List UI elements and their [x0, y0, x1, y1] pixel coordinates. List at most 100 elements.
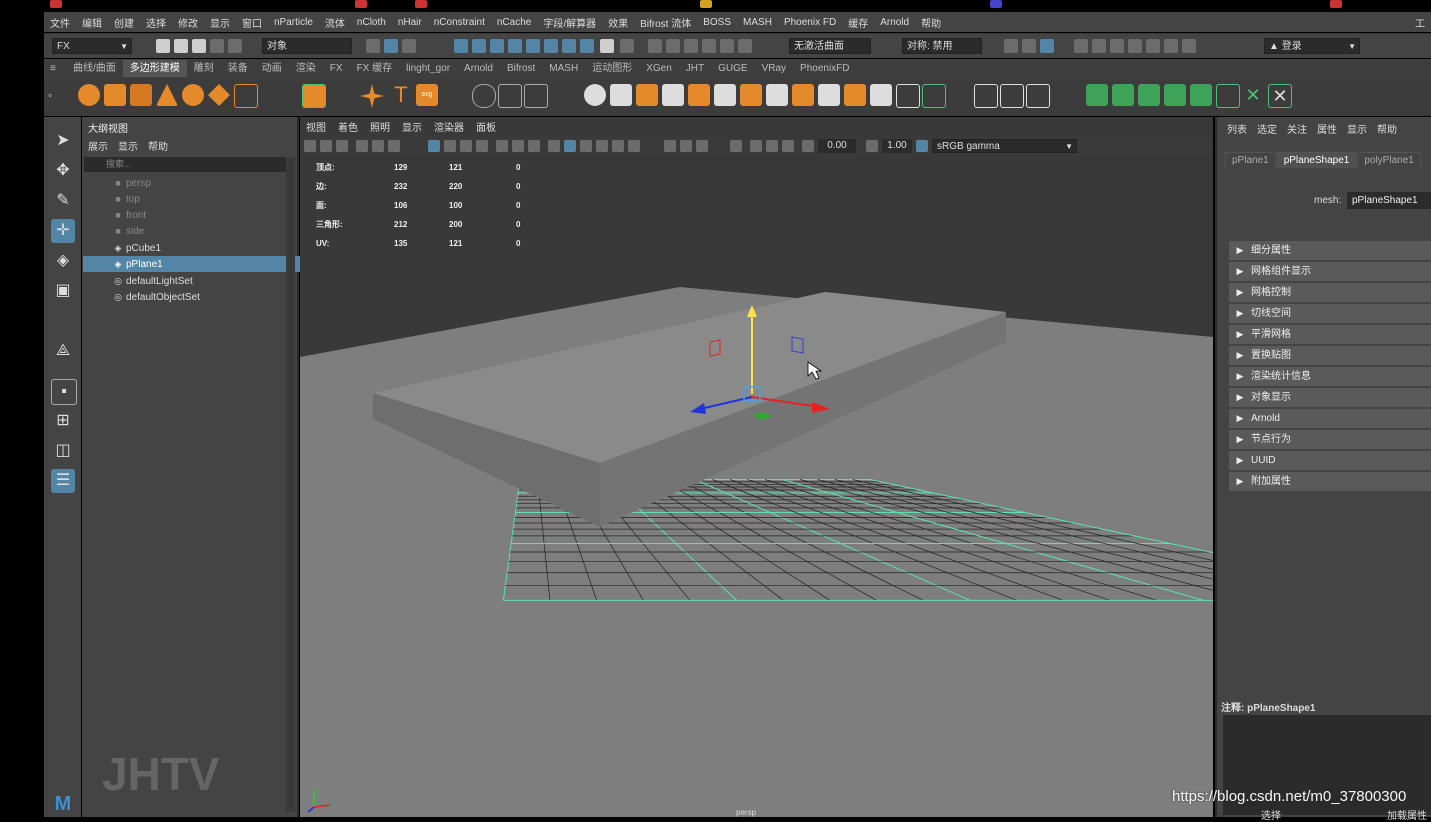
shelf-tab[interactable]: GUGE: [711, 60, 754, 77]
outliner-scrollbar[interactable]: [286, 157, 295, 812]
smooth-icon[interactable]: [584, 84, 606, 106]
snap-live-icon[interactable]: [526, 39, 540, 53]
menu-window[interactable]: 窗口: [236, 15, 268, 30]
mirror-icon[interactable]: [524, 84, 548, 108]
snap-projected-icon[interactable]: [562, 39, 576, 53]
attr-menu-item[interactable]: 属性: [1317, 121, 1337, 136]
shelf-tab[interactable]: MASH: [542, 60, 585, 77]
outliner-item-front[interactable]: ■ front: [83, 207, 312, 223]
shelf-tab[interactable]: 动画: [255, 60, 289, 77]
render-view-icon[interactable]: [1164, 39, 1178, 53]
outliner-item-defaultobjectset[interactable]: ◎ defaultObjectSet: [83, 289, 312, 305]
open-scene-icon[interactable]: [174, 39, 188, 53]
attr-menu-item[interactable]: 选定: [1257, 121, 1277, 136]
outliner-item-pplane1[interactable]: ◈ pPlane1: [83, 256, 312, 272]
menu-edit[interactable]: 编辑: [76, 15, 108, 30]
color-management-icon[interactable]: [916, 140, 928, 152]
shelf-tab[interactable]: linght_gor: [399, 60, 457, 77]
uv-editor-icon[interactable]: [1000, 84, 1024, 108]
text-toggle-icon[interactable]: [528, 140, 540, 152]
single-layout-icon[interactable]: ▪: [51, 379, 77, 405]
ipr-icon[interactable]: [720, 39, 734, 53]
section-extra-attributes[interactable]: ▶ 附加属性: [1229, 472, 1431, 491]
cross-icon[interactable]: ✕: [1242, 84, 1264, 106]
menu-set-dropdown[interactable]: FX ▼: [52, 38, 132, 54]
snap-point-icon[interactable]: [490, 39, 504, 53]
login-dropdown[interactable]: ▲ 登录 ▼: [1264, 38, 1360, 54]
exposure-icon[interactable]: [802, 140, 814, 152]
section-subdivision[interactable]: ▶ 细分属性: [1229, 241, 1431, 260]
poly-torus-icon[interactable]: [182, 84, 204, 106]
deform-icon[interactable]: [1112, 84, 1134, 106]
menu-modify[interactable]: 修改: [172, 15, 204, 30]
quad-draw-icon[interactable]: [818, 84, 840, 106]
sphere-spike-icon[interactable]: [360, 84, 384, 108]
exposure-field[interactable]: 0.00: [818, 139, 856, 153]
select-component-icon[interactable]: [402, 39, 416, 53]
safe-title-icon[interactable]: [512, 140, 524, 152]
poly-sphere-icon[interactable]: [78, 84, 100, 106]
section-mesh-controls[interactable]: ▶ 网格控制: [1229, 283, 1431, 302]
bevel-icon[interactable]: [662, 84, 684, 106]
shelf-tab[interactable]: VRay: [755, 60, 793, 77]
new-scene-icon[interactable]: [156, 39, 170, 53]
xray-components-icon[interactable]: [782, 140, 794, 152]
menu-help[interactable]: 帮助: [915, 15, 947, 30]
select-object-icon[interactable]: [384, 39, 398, 53]
offset-loop-icon[interactable]: [870, 84, 892, 106]
outliner-menu-item[interactable]: 帮助: [148, 138, 168, 153]
shadows-icon[interactable]: [628, 140, 640, 152]
select-tool-icon[interactable]: ➤: [51, 129, 75, 153]
section-arnold[interactable]: ▶ Arnold: [1229, 409, 1431, 428]
section-tangent-space[interactable]: ▶ 切线空间: [1229, 304, 1431, 323]
combine-icon[interactable]: [472, 84, 496, 108]
tab-polyplane1[interactable]: polyPlane1: [1357, 152, 1421, 168]
shelf-tab[interactable]: 曲线/曲面: [66, 60, 123, 77]
append-icon[interactable]: [688, 84, 710, 106]
render-view-icon[interactable]: [1182, 39, 1196, 53]
pen-icon[interactable]: [974, 84, 998, 108]
menu-arnold[interactable]: Arnold: [874, 17, 915, 28]
menu-effects[interactable]: 效果: [602, 15, 634, 30]
snap-surface-icon[interactable]: [544, 39, 558, 53]
load-attributes-button[interactable]: 加载属性: [1387, 807, 1427, 822]
attr-menu-item[interactable]: 列表: [1227, 121, 1247, 136]
section-node-behavior[interactable]: ▶ 节点行为: [1229, 430, 1431, 449]
poly-disc-icon[interactable]: [208, 84, 230, 106]
input-output-icon[interactable]: [620, 39, 634, 53]
section-displacement-map[interactable]: ▶ 置换贴图: [1229, 346, 1431, 365]
select-hierarchy-icon[interactable]: [366, 39, 380, 53]
textured-icon[interactable]: [596, 140, 608, 152]
attr-menu-item[interactable]: 帮助: [1377, 121, 1397, 136]
menu-nhair[interactable]: nHair: [392, 17, 428, 28]
save-scene-icon[interactable]: [192, 39, 206, 53]
shelf-tab[interactable]: 装备: [221, 60, 255, 77]
viewport-menu-item[interactable]: 照明: [370, 119, 390, 137]
super-shape-icon[interactable]: [302, 84, 326, 108]
poly-cone-icon[interactable]: [156, 84, 178, 106]
menu-file[interactable]: 文件: [44, 15, 76, 30]
shelf-tab[interactable]: FX 缓存: [350, 60, 400, 77]
bookmark-icon[interactable]: [336, 140, 348, 152]
xray-icon[interactable]: [750, 140, 762, 152]
connect-icon[interactable]: [792, 84, 814, 106]
shelf-tab[interactable]: 渲染: [289, 60, 323, 77]
motion-blur-icon[interactable]: [680, 140, 692, 152]
safe-action-icon[interactable]: [496, 140, 508, 152]
attr-menu-item[interactable]: 显示: [1347, 121, 1367, 136]
section-uuid[interactable]: ▶ UUID: [1229, 451, 1431, 470]
history-icon[interactable]: [648, 39, 662, 53]
deform-icon[interactable]: [1164, 84, 1186, 106]
deform-icon[interactable]: [1190, 84, 1212, 106]
mesh-name-field[interactable]: pPlaneShape1: [1347, 192, 1431, 209]
help-icon[interactable]: [580, 39, 594, 53]
lasso-tool-icon[interactable]: ✥: [51, 159, 75, 183]
attr-menu-item[interactable]: 关注: [1287, 121, 1307, 136]
move-tool-icon[interactable]: ✛: [51, 219, 75, 243]
render-settings-icon[interactable]: [738, 39, 752, 53]
crease-icon[interactable]: [896, 84, 920, 108]
section-render-stats[interactable]: ▶ 渲染统计信息: [1229, 367, 1431, 386]
extrude-icon[interactable]: [610, 84, 632, 106]
wireframe-icon[interactable]: [548, 140, 560, 152]
section-object-display[interactable]: ▶ 对象显示: [1229, 388, 1431, 407]
